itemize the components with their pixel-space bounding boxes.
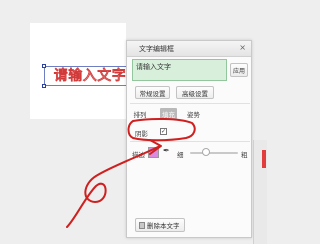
thin-label: 细 (177, 151, 184, 159)
tab-advanced-settings[interactable]: 高级设置 (176, 86, 214, 99)
text-content-input[interactable]: 请输入文字 (132, 59, 227, 81)
divider (130, 141, 250, 142)
subtab-fill[interactable]: 填充 (160, 108, 177, 119)
delete-text-label: 删除本文字 (147, 222, 180, 230)
stroke-color-swatch[interactable] (148, 147, 159, 158)
close-icon[interactable]: × (239, 43, 246, 52)
text-edit-dialog: 文字编辑框 × 请输入文字 应用 常规设置 高级设置 排列 填充 姿势 阴影 ✓… (126, 40, 252, 238)
dialog-title: 文字编辑框 (139, 45, 174, 53)
dialog-titlebar[interactable]: 文字编辑框 × (127, 41, 251, 57)
slider-handle[interactable] (202, 148, 210, 156)
shadow-checkbox[interactable]: ✓ (160, 128, 167, 135)
red-edge-accent (262, 150, 266, 168)
subtab-pose[interactable]: 姿势 (185, 108, 202, 119)
stroke-width-slider[interactable] (190, 152, 238, 154)
subtab-arrange[interactable]: 排列 (132, 108, 148, 119)
apply-button[interactable]: 应用 (230, 63, 248, 77)
tab-general-settings[interactable]: 常规设置 (135, 86, 170, 99)
trash-icon (139, 221, 145, 229)
shadow-label: 阴影 (135, 130, 148, 138)
eyedropper-icon[interactable]: ✒ (163, 146, 170, 155)
delete-text-button[interactable]: 删除本文字 (135, 218, 185, 232)
stroke-label: 描边 (132, 151, 145, 159)
canvas-text-object[interactable]: 请输入文字 (46, 66, 134, 86)
thick-label: 粗 (241, 151, 248, 159)
divider (130, 103, 250, 104)
